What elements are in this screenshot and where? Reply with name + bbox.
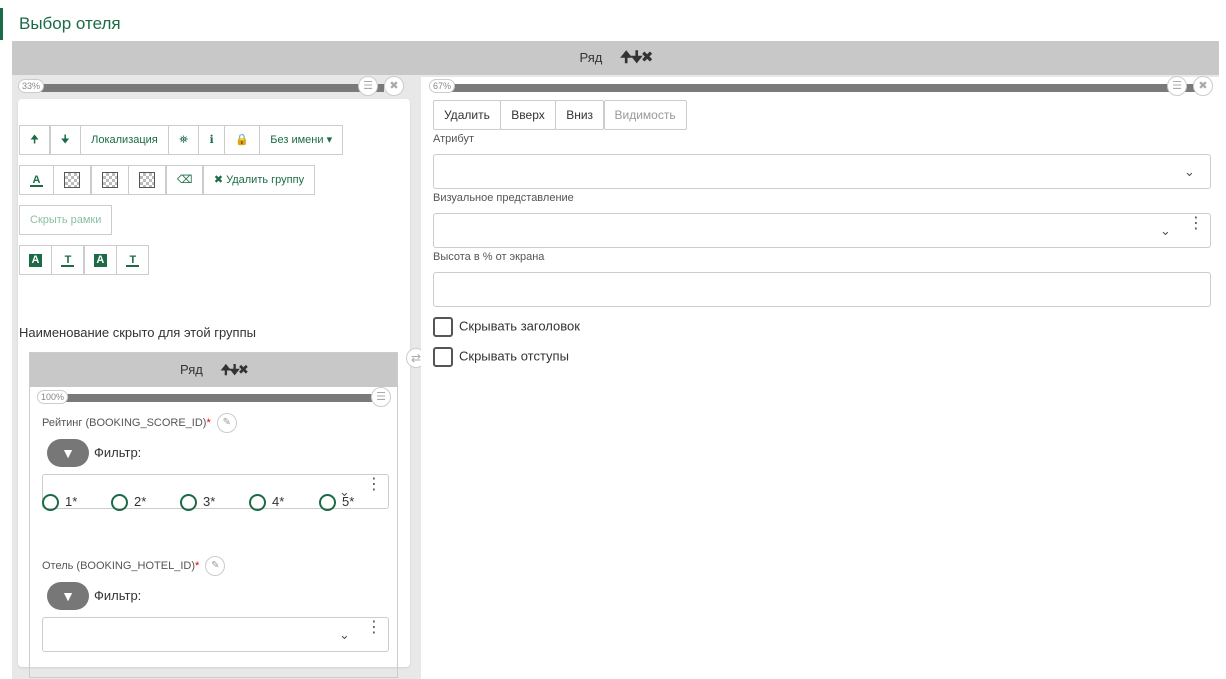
bg-pattern-button-2[interactable] [90,165,129,195]
more-vertical-icon[interactable]: ⋮ [366,620,382,636]
text-color-icon: A [30,174,43,187]
lock-button[interactable]: 🔒 [224,125,260,155]
row-header: Ряд 🠉🠋✖ [12,41,1219,75]
hide-header-checkbox[interactable]: Скрывать заголовок [433,317,580,337]
height-label: Высота в % от экрана [433,251,545,263]
text-color-button[interactable]: A [19,165,54,195]
rating-radio-1[interactable]: 1* [42,494,77,512]
row-label: Ряд [579,50,603,65]
visibility-button[interactable]: Видимость [603,100,687,130]
left-column: 33% ☰ ✖ 🠉 🠋 Локализация ⛯ ℹ 🔒 Без имени … [18,76,410,678]
field-label-rating: Рейтинг (BOOKING_SCORE_ID)* ✎ [42,413,237,433]
arrow-down-icon: 🠋 [60,134,70,146]
edit-icon[interactable]: ✎ [205,556,226,576]
move-up-button[interactable]: Вверх [500,100,556,130]
info-icon: ℹ [209,134,214,146]
column-width-bar[interactable] [447,84,1195,92]
text-underline-icon: T [61,254,75,267]
arrow-up-icon: 🠉 [30,134,40,146]
rating-radio-5[interactable]: 5* [319,494,354,512]
radio-icon [42,494,59,512]
bg-pattern-button-3[interactable] [128,165,167,195]
move-up-button[interactable]: 🠉 [19,125,51,155]
binoculars-button[interactable]: ⛯ [168,125,200,155]
edit-icon[interactable]: ✎ [216,413,237,433]
list-icon[interactable]: ☰ [358,76,378,96]
checker-icon [139,172,156,189]
inner-row-header: Ряд 🠉🠋✖ [30,353,397,387]
more-vertical-icon[interactable]: ⋮ [1188,216,1204,232]
close-icon[interactable]: ✖ [1193,76,1213,96]
checker-icon [101,172,118,189]
filter-icon[interactable]: ▼ [47,582,89,610]
hide-frames-button[interactable]: Скрыть рамки [19,205,113,235]
text-underline-icon: T [126,254,140,267]
localization-button[interactable]: Локализация [80,125,169,155]
checker-icon [64,172,81,189]
inner-row-controls-icon[interactable]: 🠉🠋✖ [221,362,249,377]
more-vertical-icon[interactable]: ⋮ [366,477,382,493]
delete-group-button[interactable]: ✖ Удалить группу [202,165,316,195]
lock-icon: 🔒 [235,134,249,146]
attribute-select[interactable]: ⌄ [433,154,1211,189]
group-panel: 🠉 🠋 Локализация ⛯ ℹ 🔒 Без имени ▾ A ⌫ ✖ … [18,99,410,678]
binoculars-icon: ⛯ [179,134,189,146]
move-down-button[interactable]: 🠋 [49,125,81,155]
text-filled-icon: A [29,253,42,267]
right-column: 67% ☰ ✖ Удалить Вверх Вниз Видимость Атр… [421,76,1219,679]
text-style-button-4[interactable]: T [116,245,150,275]
list-icon[interactable]: ☰ [371,387,391,407]
rating-radio-4[interactable]: 4* [249,494,284,512]
radio-icon [111,494,128,512]
rating-radio-3[interactable]: 3* [180,494,215,512]
delete-button[interactable]: Удалить [433,100,501,130]
eraser-button[interactable]: ⌫ [165,165,204,195]
inner-row: Ряд 🠉🠋✖ 100% ☰ Рейтинг (BOOKING_SCORE_ID… [29,352,398,678]
chevron-down-icon: ⌄ [339,627,350,642]
inner-row-label: Ряд [180,362,203,377]
inner-width-bar[interactable] [56,394,372,402]
bg-pattern-button-1[interactable] [53,165,92,195]
filter-icon[interactable]: ▼ [47,439,89,467]
eraser-icon: ⌫ [176,174,193,186]
text-filled-icon: A [93,253,107,267]
page-title: Выбор отеля [0,8,121,40]
column-percent: 67% [429,79,456,93]
radio-icon [180,494,197,512]
radio-icon [249,494,266,512]
move-down-button[interactable]: Вниз [555,100,605,130]
attribute-label: Атрибут [433,133,474,145]
row-controls-icon[interactable]: 🠉🠋✖ [620,49,653,66]
text-style-button-1[interactable]: A [19,245,52,275]
text-style-button-3[interactable]: A [83,245,117,275]
visual-select[interactable]: ⌄ ⋮ [433,213,1211,248]
hide-padding-checkbox[interactable]: Скрывать отступы [433,347,569,367]
rating-radio-2[interactable]: 2* [111,494,146,512]
chevron-down-icon: ⌄ [1184,164,1195,179]
column-percent: 33% [18,79,45,93]
hidden-name-note: Наименование скрыто для этой группы [19,325,256,340]
list-icon[interactable]: ☰ [1167,76,1187,96]
field-label-hotel: Отель (BOOKING_HOTEL_ID)* ✎ [42,556,226,576]
text-style-button-2[interactable]: T [51,245,85,275]
radio-icon [319,494,336,512]
column-width-bar[interactable] [34,84,384,92]
filter-label: Фильтр: [94,588,142,603]
hotel-select[interactable]: ⌄ ⋮ [42,617,389,652]
close-icon[interactable]: ✖ [384,76,404,96]
height-input[interactable] [433,272,1211,307]
visual-label: Визуальное представление [433,192,574,204]
checkbox-icon [433,347,453,367]
name-dropdown[interactable]: Без имени ▾ [259,125,344,155]
filter-label: Фильтр: [94,445,142,460]
inner-percent: 100% [37,390,69,404]
chevron-down-icon: ⌄ [1160,223,1171,238]
info-button[interactable]: ℹ [198,125,225,155]
checkbox-icon [433,317,453,337]
